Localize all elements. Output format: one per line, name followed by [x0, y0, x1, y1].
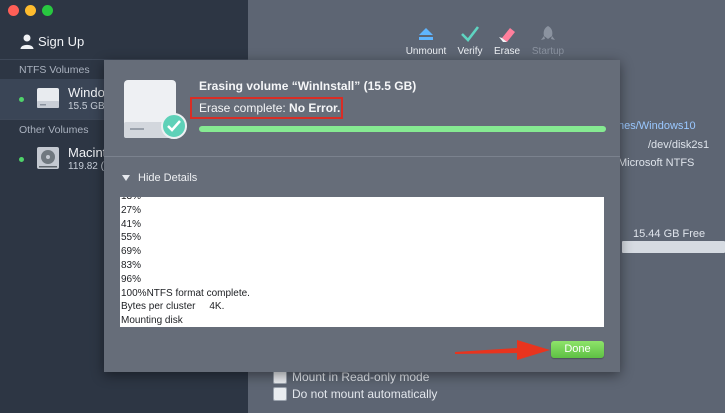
- eject-icon: [419, 28, 433, 40]
- volume-size: 119.82 (: [68, 161, 104, 172]
- checkmark-icon: [461, 26, 480, 42]
- zoom-window-button[interactable]: [42, 5, 53, 16]
- rocket-icon: [541, 26, 555, 40]
- hide-details-toggle[interactable]: Hide Details: [122, 172, 197, 184]
- status-value: No Error.: [289, 101, 341, 115]
- erase-title: Erasing volume “WinInstall” (15.5 GB): [199, 79, 417, 93]
- ntfs-volumes-heading: NTFS Volumes: [19, 64, 90, 76]
- checkbox-label: Do not mount automatically: [292, 387, 438, 401]
- verify-label: Verify: [457, 46, 483, 57]
- device-path: /dev/disk2s1: [648, 139, 710, 151]
- drive-icon: [37, 88, 59, 108]
- mounted-indicator: [19, 157, 24, 162]
- log-content: 13%27% 41% 55% 69%83% 96% 100%NTFS format com…: [121, 197, 250, 327]
- progress-fill: [199, 126, 606, 132]
- sign-up-label: Sign Up: [38, 33, 85, 49]
- startup-button[interactable]: Startup: [523, 24, 573, 57]
- erase-progress-sheet: Erasing volume “WinInstall” (15.5 GB) Er…: [104, 60, 620, 372]
- log-line: Mounting disk: [121, 315, 183, 327]
- log-line: 69%: [121, 246, 142, 258]
- unmount-button[interactable]: Unmount: [401, 24, 451, 57]
- red-arrow-annotation: [455, 340, 550, 360]
- eraser-icon: [499, 28, 515, 42]
- mounted-indicator: [19, 97, 24, 102]
- done-button[interactable]: Done: [551, 341, 604, 358]
- other-volumes-heading: Other Volumes: [19, 124, 89, 136]
- checkbox-box: [273, 387, 287, 401]
- volume-name: Windo: [68, 85, 105, 100]
- window-controls: [8, 5, 53, 16]
- erase-log[interactable]: 13%27% 41% 55% 69%83% 96% 100%NTFS format com…: [120, 197, 604, 327]
- log-line: 55%: [121, 232, 142, 244]
- startup-label: Startup: [531, 46, 565, 57]
- internal-disk-icon: [37, 147, 59, 169]
- log-line: 83%: [121, 259, 142, 271]
- log-line: 41%: [121, 218, 142, 230]
- close-window-button[interactable]: [8, 5, 19, 16]
- log-line: 100%NTFS format complete.: [121, 287, 250, 299]
- checkbox-label: Mount in Read-only mode: [292, 370, 430, 384]
- hide-details-label: Hide Details: [138, 172, 198, 184]
- log-line: 27%: [121, 204, 142, 216]
- filesystem-type: Microsoft NTFS: [618, 157, 695, 169]
- erase-label: Erase: [493, 46, 521, 57]
- user-icon: [20, 34, 34, 49]
- log-line: 96%: [121, 273, 142, 285]
- log-line: 13%: [121, 197, 250, 204]
- mount-read-only-checkbox[interactable]: Mount in Read-only mode: [273, 370, 429, 384]
- disk-usage-bar: [622, 241, 725, 253]
- drive-complete-icon: [124, 80, 187, 139]
- erase-progress-bar: [199, 126, 606, 132]
- app-window: Sign Up NTFS Volumes Windo 15.5 GB Other…: [0, 0, 725, 413]
- volume-name: Macint: [68, 145, 107, 160]
- free-space-label: 15.44 GB Free: [633, 228, 706, 240]
- unmount-label: Unmount: [405, 46, 447, 57]
- no-auto-mount-checkbox[interactable]: Do not mount automatically: [273, 387, 437, 401]
- checkbox-box: [273, 370, 287, 384]
- status-prefix: Erase complete:: [199, 101, 290, 115]
- volume-size: 15.5 GB: [68, 101, 105, 112]
- sheet-divider: [104, 156, 620, 157]
- volume-path-link[interactable]: nes/Windows10: [618, 120, 696, 132]
- minimize-window-button[interactable]: [25, 5, 36, 16]
- sign-up-button[interactable]: Sign Up: [19, 33, 84, 49]
- log-line: Bytes per cluster 4K.: [121, 301, 225, 313]
- disclosure-triangle-icon: [122, 175, 130, 181]
- erase-status: Erase complete: No Error.: [199, 101, 340, 115]
